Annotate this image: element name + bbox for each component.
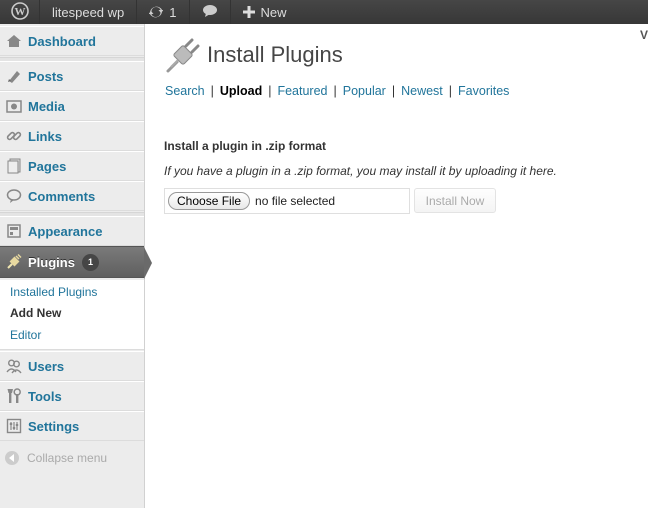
sidebar-item-plugins[interactable]: Plugins 1 (0, 246, 152, 279)
comments-button[interactable] (190, 0, 231, 24)
sidebar-item-posts[interactable]: Posts (0, 61, 144, 91)
admin-bar: W litespeed wp 1 New (0, 0, 648, 24)
file-status-text: no file selected (255, 194, 336, 208)
plugin-install-tabs: Search | Upload | Featured | Popular | N… (165, 84, 509, 98)
sidebar-item-appearance[interactable]: Appearance (0, 216, 144, 246)
collapse-arrow-icon (5, 451, 19, 465)
submenu-editor[interactable]: Editor (10, 328, 41, 342)
appearance-icon (0, 223, 28, 239)
dashboard-icon (0, 33, 28, 49)
page-title: Install Plugins (207, 42, 343, 67)
screen-options-edge: V (639, 28, 648, 42)
sidebar-item-label: Comments (28, 188, 96, 204)
comments-icon (202, 4, 218, 21)
wordpress-logo-button[interactable]: W (0, 0, 40, 24)
sidebar-item-label: Users (28, 358, 65, 374)
collapse-menu-label: Collapse menu (27, 451, 108, 465)
upload-section-title: Install a plugin in .zip format (164, 139, 327, 153)
sidebar-item-dashboard[interactable]: Dashboard (0, 26, 144, 56)
sidebar-item-label: Appearance (28, 223, 103, 239)
settings-icon (0, 418, 28, 434)
collapse-menu-button[interactable]: Collapse menu (5, 451, 107, 465)
sidebar-item-pages[interactable]: Pages (0, 151, 144, 181)
sidebar-item-label: Links (28, 128, 62, 144)
new-label: New (260, 4, 287, 20)
updates-count: 1 (169, 4, 177, 20)
media-icon (0, 98, 28, 114)
tab-newest[interactable]: Newest (401, 84, 443, 98)
links-icon (0, 128, 28, 144)
tab-separator: | (333, 84, 337, 98)
main-content: Install Plugins Search | Upload | Featur… (145, 24, 648, 508)
install-now-button[interactable]: Install Now (414, 188, 496, 213)
site-name: litespeed wp (52, 4, 125, 20)
sidebar-item-label: Media (28, 98, 65, 114)
svg-text:W: W (14, 6, 25, 18)
tab-separator: | (210, 84, 214, 98)
plugins-icon (165, 38, 201, 77)
updates-icon (149, 5, 164, 19)
tab-favorites[interactable]: Favorites (458, 84, 509, 98)
sidebar-item-label: Dashboard (28, 33, 96, 49)
sidebar-item-comments[interactable]: Comments (0, 181, 144, 211)
plugins-icon (0, 254, 28, 270)
site-name-link[interactable]: litespeed wp (40, 0, 138, 24)
tools-icon (0, 388, 28, 404)
users-icon (0, 358, 28, 374)
tab-separator: | (391, 84, 396, 98)
submenu-add-new[interactable]: Add New (10, 306, 61, 320)
sidebar-item-label: Settings (28, 418, 80, 434)
tab-featured[interactable]: Featured (277, 84, 327, 98)
tab-popular[interactable]: Popular (343, 84, 386, 98)
updates-button[interactable]: 1 (137, 0, 190, 24)
pages-icon (0, 158, 28, 174)
tab-separator: | (268, 84, 272, 98)
wordpress-icon: W (10, 1, 29, 23)
choose-file-button[interactable]: Choose File (168, 192, 251, 210)
plugins-submenu: Installed Plugins Add New Editor (0, 280, 144, 350)
sidebar-item-label: Tools (28, 388, 62, 404)
sidebar-item-links[interactable]: Links (0, 121, 144, 151)
comments-icon (0, 188, 28, 204)
plus-icon (242, 6, 255, 18)
tab-search[interactable]: Search (165, 84, 205, 98)
sidebar-item-tools[interactable]: Tools (0, 381, 144, 411)
tab-separator: | (448, 84, 453, 98)
upload-section-description: If you have a plugin in a .zip format, y… (164, 164, 557, 178)
submenu-installed-plugins[interactable]: Installed Plugins (10, 285, 97, 299)
posts-icon (0, 68, 28, 84)
sidebar-item-label: Posts (28, 68, 64, 84)
sidebar-item-settings[interactable]: Settings (0, 411, 144, 441)
tab-upload[interactable]: Upload (220, 84, 262, 98)
sidebar-item-media[interactable]: Media (0, 91, 144, 121)
plugin-zip-file-input[interactable]: Choose File no file selected (164, 188, 410, 214)
admin-sidebar: Dashboard Posts Media Links Pages Commen… (0, 24, 152, 508)
sidebar-item-label: Pages (28, 158, 67, 174)
plugin-update-badge: 1 (81, 253, 99, 271)
new-content-button[interactable]: New (231, 0, 299, 24)
sidebar-item-users[interactable]: Users (0, 351, 144, 381)
sidebar-item-label: Plugins (28, 254, 75, 270)
